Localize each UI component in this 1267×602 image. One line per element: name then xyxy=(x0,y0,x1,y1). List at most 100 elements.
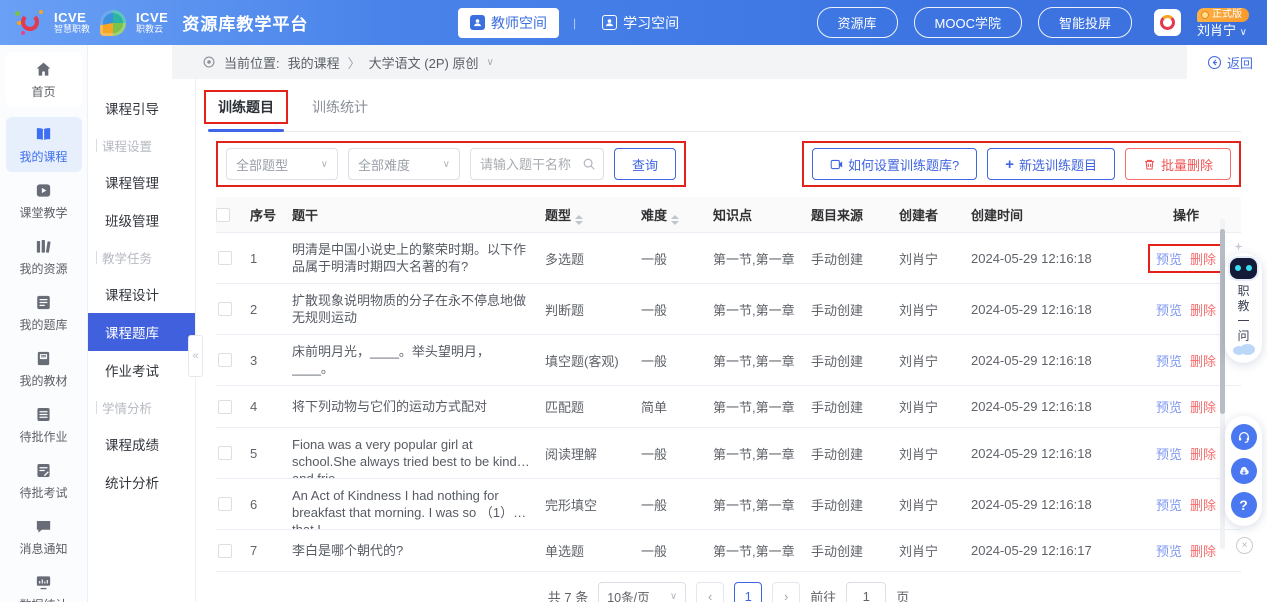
row-checkbox[interactable] xyxy=(218,302,232,316)
menu-item-course-management[interactable]: 课程管理 xyxy=(88,163,195,201)
question-type-select[interactable]: 全部题型∨ xyxy=(226,148,338,180)
search-box xyxy=(470,148,604,180)
sidebar-item-home[interactable]: 首页 xyxy=(6,52,82,107)
add-training-questions-button[interactable]: + 新选训练题目 xyxy=(987,148,1115,180)
menu-collapse-button[interactable]: « xyxy=(188,335,203,377)
col-header-difficulty[interactable]: 难度 xyxy=(641,205,713,225)
ai-assistant-widget[interactable]: 职教一问 xyxy=(1225,253,1262,363)
row-operations: 预览删除 xyxy=(1150,348,1222,373)
prev-page-button[interactable]: ‹ xyxy=(696,582,724,602)
tab-bar: 训练题目 训练统计 xyxy=(216,79,1241,132)
help-button[interactable]: ? xyxy=(1231,492,1257,518)
goto-page-input[interactable] xyxy=(846,582,886,602)
search-button[interactable]: 查询 xyxy=(614,148,676,180)
sidebar-item-pending-exams[interactable]: 待批考试 xyxy=(6,453,82,508)
mooc-college-button[interactable]: MOOC学院 xyxy=(914,7,1022,38)
delete-link[interactable]: 删除 xyxy=(1190,354,1216,369)
question-difficulty: 一般 xyxy=(641,343,713,378)
close-widgets-button[interactable]: × xyxy=(1236,537,1253,554)
tab-training-statistics[interactable]: 训练统计 xyxy=(310,88,370,131)
preview-link[interactable]: 预览 xyxy=(1156,498,1182,513)
preview-link[interactable]: 预览 xyxy=(1156,544,1182,559)
robot-icon xyxy=(1230,258,1257,279)
icve-zhijiaoyun-logo-text: ICVE职教云 xyxy=(136,11,168,34)
menu-item-course-grades[interactable]: 课程成绩 xyxy=(88,425,195,463)
chevron-down-icon: ∨ xyxy=(1240,27,1247,38)
sidebar-item-my-resources[interactable]: 我的资源 xyxy=(6,229,82,284)
learning-space-button[interactable]: 学习空间 xyxy=(590,8,691,38)
menu-item-course-design[interactable]: 课程设计 xyxy=(88,275,195,313)
col-header-stem: 题干 xyxy=(292,205,545,224)
smart-casting-button[interactable]: 智能投屏 xyxy=(1038,7,1132,38)
sidebar-item-my-textbooks[interactable]: 我的教材 xyxy=(6,341,82,396)
how-to-setup-button[interactable]: 如何设置训练题库? xyxy=(812,148,977,180)
row-checkbox[interactable] xyxy=(218,446,232,460)
creator: 刘肖宁 xyxy=(899,533,971,568)
sidebar-item-pending-homework[interactable]: 待批作业 xyxy=(6,397,82,452)
menu-item-statistical-analysis[interactable]: 统计分析 xyxy=(88,463,195,501)
breadcrumb-chevron-icon[interactable]: ∨ xyxy=(486,57,493,68)
sidebar-item-data-statistics[interactable]: 数据统计 xyxy=(6,565,82,602)
chevron-down-icon: ∨ xyxy=(321,159,328,170)
delete-link[interactable]: 删除 xyxy=(1190,447,1216,462)
menu-item-course-guide[interactable]: 课程引导 xyxy=(88,89,195,127)
creator: 刘肖宁 xyxy=(899,292,971,327)
sidebar-item-notifications[interactable]: 消息通知 xyxy=(6,509,82,564)
space-switcher: 教师空间 | 学习空间 xyxy=(458,8,691,38)
sidebar-item-my-question-bank[interactable]: 我的题库 xyxy=(6,285,82,340)
row-checkbox[interactable] xyxy=(218,400,232,414)
row-checkbox[interactable] xyxy=(218,544,232,558)
delete-link[interactable]: 删除 xyxy=(1190,498,1216,513)
delete-link[interactable]: 删除 xyxy=(1190,252,1216,267)
next-page-button[interactable]: › xyxy=(772,582,800,602)
tab-training-questions[interactable]: 训练题目 xyxy=(216,88,276,131)
sort-icon[interactable] xyxy=(575,215,583,225)
row-checkbox[interactable] xyxy=(218,497,232,511)
breadcrumb-parent[interactable]: 我的课程 xyxy=(288,53,340,72)
breadcrumb-current[interactable]: 大学语文 (2P) 原创 xyxy=(369,53,479,72)
breadcrumb: 当前位置: 我的课程 〉 大学语文 (2P) 原创 ∨ xyxy=(172,45,1187,79)
question-stem: 将下列动物与它们的运动方式配对 xyxy=(292,390,545,423)
preview-link[interactable]: 预览 xyxy=(1156,303,1182,318)
question-type: 匹配题 xyxy=(545,389,641,424)
table-header-row: 序号 题干 题型 难度 知识点 题目来源 创建者 创建时间 操作 xyxy=(216,197,1241,233)
preview-link[interactable]: 预览 xyxy=(1156,400,1182,415)
table-row: 1 明清是中国小说史上的繁荣时期。以下作品属于明清时期四大名著的有? 多选题 一… xyxy=(216,233,1241,284)
col-header-type[interactable]: 题型 xyxy=(545,205,641,225)
page-size-select[interactable]: 10条/页∨ xyxy=(598,582,686,602)
download-button[interactable] xyxy=(1231,458,1257,484)
customer-service-button[interactable] xyxy=(1231,424,1257,450)
difficulty-select[interactable]: 全部难度∨ xyxy=(348,148,460,180)
delete-link[interactable]: 删除 xyxy=(1190,303,1216,318)
delete-link[interactable]: 删除 xyxy=(1190,544,1216,559)
creator: 刘肖宁 xyxy=(899,241,971,276)
menu-item-class-management[interactable]: 班级管理 xyxy=(88,201,195,239)
preview-link[interactable]: 预览 xyxy=(1156,252,1182,267)
sidebar-item-my-courses[interactable]: 我的课程 xyxy=(6,117,82,172)
row-checkbox[interactable] xyxy=(218,353,232,367)
delete-link[interactable]: 删除 xyxy=(1190,400,1216,415)
sidebar-item-classroom-teaching[interactable]: 课堂教学 xyxy=(6,173,82,228)
preview-link[interactable]: 预览 xyxy=(1156,447,1182,462)
table-row: 2 扩散现象说明物质的分子在永不停息地做无规则运动 判断题 一般 第一节,第一章… xyxy=(216,284,1241,335)
resource-library-button[interactable]: 资源库 xyxy=(817,7,898,38)
select-all-checkbox[interactable] xyxy=(216,208,230,222)
user-menu[interactable]: 刘肖宁 ∨ xyxy=(1197,24,1247,38)
sort-icon[interactable] xyxy=(671,215,679,225)
batch-delete-button[interactable]: 批量删除 xyxy=(1125,148,1231,180)
page-1-button[interactable]: 1 xyxy=(734,582,762,602)
question-type: 单选题 xyxy=(545,533,641,568)
back-link[interactable]: 返回 xyxy=(1207,53,1253,72)
question-stem: Fiona was a very popular girl at school.… xyxy=(292,428,545,478)
knowledge-point: 第一节,第一章 xyxy=(713,436,811,471)
row-checkbox[interactable] xyxy=(218,251,232,265)
close-icon: × xyxy=(1242,540,1248,551)
menu-item-homework-exams[interactable]: 作业考试 xyxy=(88,351,195,389)
user-avatar[interactable] xyxy=(1154,9,1181,36)
creator: 刘肖宁 xyxy=(899,487,971,522)
menu-item-course-question-bank[interactable]: 课程题库 xyxy=(88,313,195,351)
preview-link[interactable]: 预览 xyxy=(1156,354,1182,369)
question-stem: 扩散现象说明物质的分子在永不停息地做无规则运动 xyxy=(292,284,545,334)
col-header-creator: 创建者 xyxy=(899,205,971,224)
teacher-space-button[interactable]: 教师空间 xyxy=(458,8,559,38)
